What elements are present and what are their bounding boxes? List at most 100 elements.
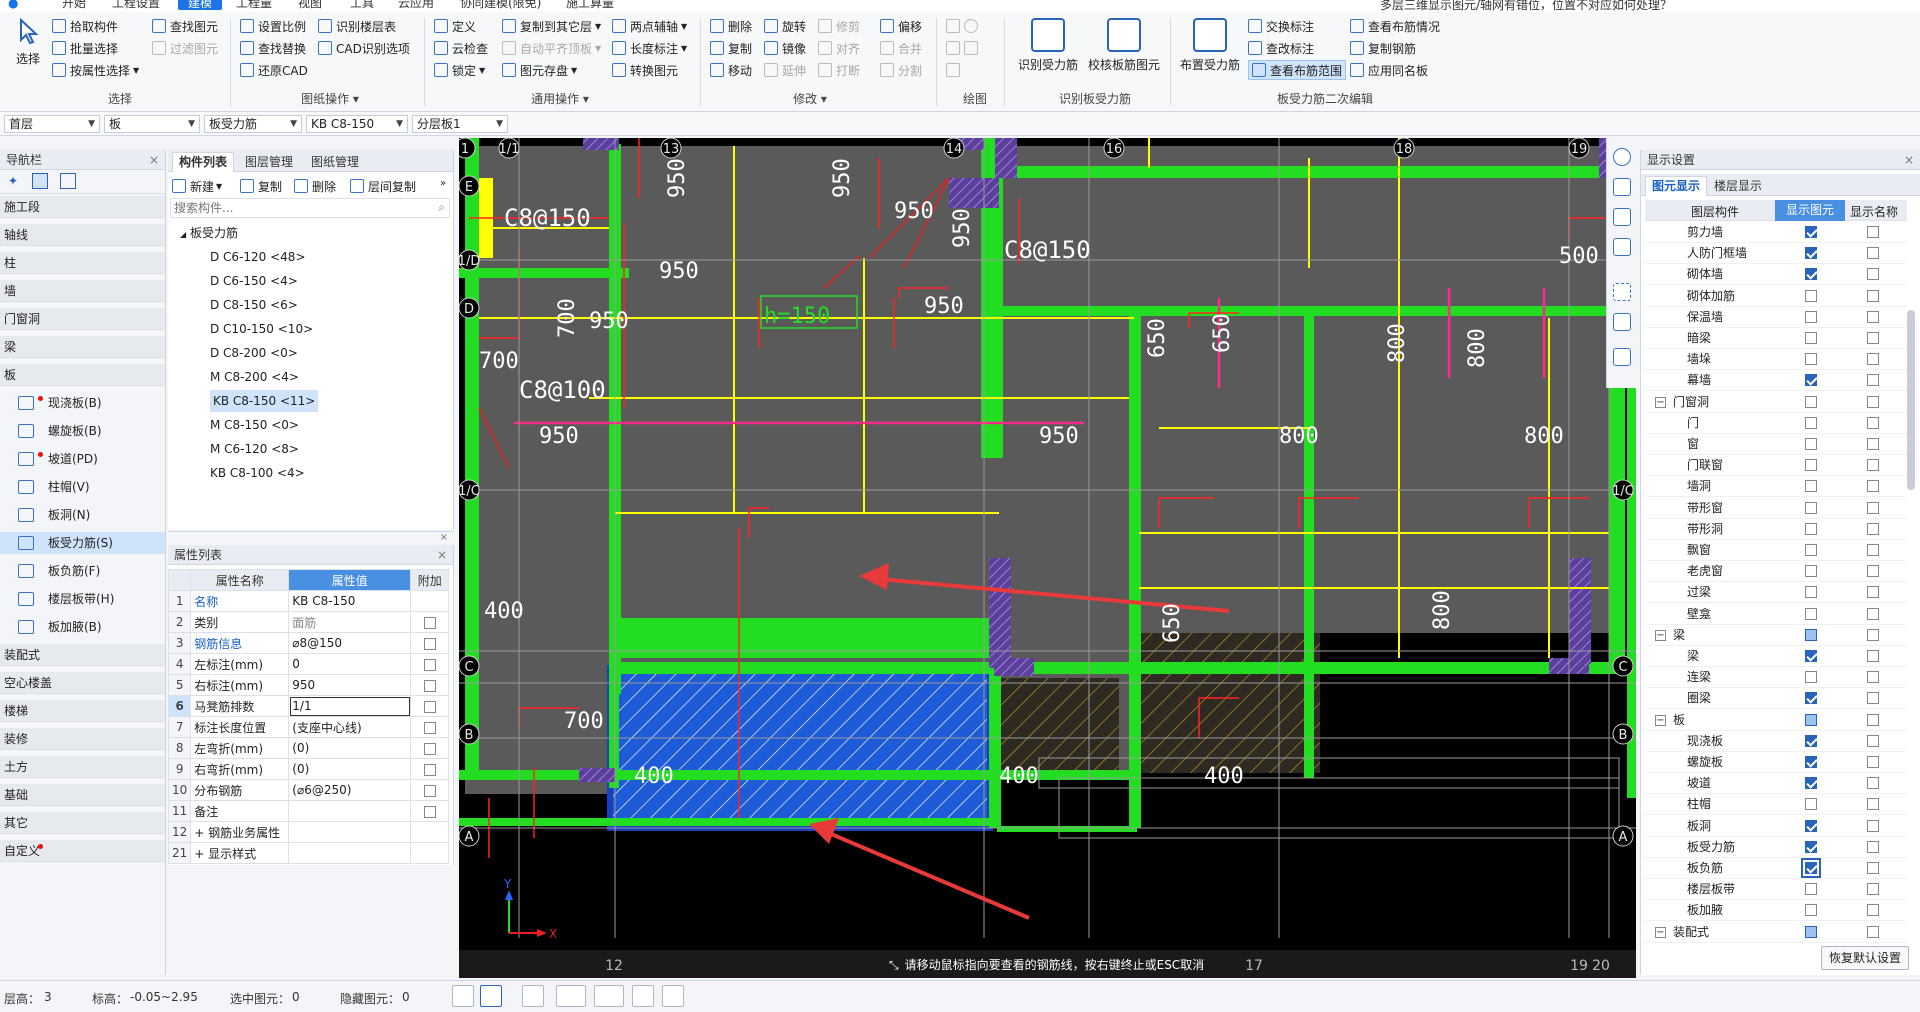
show-element-checkbox[interactable] (1805, 819, 1817, 832)
auto-align-top-button[interactable]: 自动平齐顶板 ▼ (502, 38, 601, 58)
show-name-checkbox[interactable] (1867, 777, 1879, 790)
menu-modeling[interactable]: 建模 (178, 0, 223, 10)
extra-checkbox[interactable] (423, 742, 436, 755)
help-hint-text[interactable]: 多层三维显示图元/轴网有错位，位置不对应如何处理？ (1380, 0, 1672, 12)
orbit-icon[interactable] (1613, 148, 1631, 166)
show-element-checkbox[interactable] (1805, 671, 1817, 684)
property-row[interactable]: 1 名称 KB C8-150 (167, 590, 450, 612)
collapse-icon[interactable]: − (1655, 629, 1666, 641)
show-element-checkbox[interactable] (1805, 840, 1817, 853)
check-slab-rebar-button[interactable]: 校核板筋图元 (1086, 18, 1162, 73)
show-name-checkbox[interactable] (1867, 904, 1879, 917)
show-element-checkbox[interactable] (1805, 904, 1817, 917)
batch-select-button[interactable]: 批量选择 (52, 38, 118, 58)
show-element-checkbox[interactable] (1805, 586, 1817, 599)
view-rebar-range-button[interactable]: 查看布筋范围 (1248, 60, 1347, 80)
property-row[interactable]: 3 钢筋信息 ⌀8@150 (167, 632, 450, 654)
component-item[interactable]: D C6-120 <48> (210, 246, 306, 268)
menu-construction[interactable]: 施工算量 (566, 0, 614, 10)
component-item[interactable]: KB C8-100 <4> (210, 462, 305, 484)
list-view-icon[interactable] (32, 173, 48, 189)
extra-checkbox[interactable] (423, 805, 436, 818)
extra-checkbox[interactable] (423, 679, 436, 692)
component-item[interactable]: M C6-120 <8> (210, 438, 299, 460)
collapse-icon[interactable]: − (1655, 926, 1666, 938)
ortho-icon[interactable] (452, 985, 474, 1007)
show-element-checkbox[interactable] (1805, 798, 1817, 811)
show-name-checkbox[interactable] (1867, 226, 1879, 238)
show-name-checkbox[interactable] (1867, 332, 1879, 344)
nav-item[interactable]: 墙 (0, 280, 165, 302)
show-name-checkbox[interactable] (1867, 862, 1879, 874)
show-element-checkbox[interactable] (1805, 416, 1817, 429)
show-element-checkbox[interactable] (1805, 332, 1817, 344)
nav-item[interactable]: 板受力筋(S) (0, 532, 165, 554)
pick-component-button[interactable]: 拾取构件 (52, 16, 118, 36)
property-value[interactable]: (0) (288, 737, 412, 759)
property-row[interactable]: 2 类别 面筋 (167, 611, 450, 633)
close-icon[interactable]: × (437, 545, 447, 565)
extend-button[interactable]: 延伸 (764, 60, 806, 80)
component-item[interactable]: D C6-150 <4> (210, 270, 298, 292)
merge-button[interactable]: 合并 (880, 38, 922, 58)
search-icon[interactable]: ⌕ (438, 200, 445, 215)
show-name-checkbox[interactable] (1867, 395, 1879, 408)
show-element-checkbox[interactable] (1805, 650, 1817, 662)
property-value[interactable] (288, 800, 412, 822)
recognize-floor-table-button[interactable]: 识别楼层表 (318, 16, 396, 36)
cube-top-icon[interactable] (1613, 238, 1631, 256)
property-row[interactable]: 21 + 显示样式 (167, 842, 450, 864)
show-element-checkbox[interactable] (1805, 883, 1817, 896)
menu-tools[interactable]: 工具 (350, 0, 374, 10)
collapse-icon[interactable]: − (1655, 714, 1666, 726)
two-point-axis-button[interactable]: 两点辅轴 ▼ (612, 16, 687, 36)
copy-component-button[interactable]: 复制 (240, 176, 282, 196)
close-icon[interactable]: × (1904, 150, 1914, 170)
scrollbar-thumb[interactable] (1907, 310, 1915, 490)
extra-checkbox[interactable] (423, 763, 436, 776)
nav-item[interactable]: 空心楼盖 (0, 672, 165, 694)
property-row[interactable]: 11 备注 (167, 800, 450, 822)
panel-splitter[interactable]: × (168, 531, 454, 545)
show-name-checkbox[interactable] (1867, 565, 1879, 578)
nav-item[interactable]: 其它 (0, 812, 165, 834)
show-element-checkbox[interactable] (1805, 522, 1817, 535)
show-name-checkbox[interactable] (1867, 289, 1879, 302)
component-select[interactable]: KB C8-150 ▼ (306, 115, 408, 133)
nav-item[interactable]: 柱 (0, 252, 165, 274)
nav-item[interactable]: 板 (0, 364, 165, 386)
nav-item[interactable]: 装配式 (0, 644, 165, 666)
show-element-checkbox[interactable] (1805, 459, 1817, 472)
extra-checkbox[interactable] (423, 616, 436, 629)
find-replace-button[interactable]: 查找替换 (240, 38, 306, 58)
show-element-checkbox[interactable] (1805, 628, 1817, 641)
sparkle-icon[interactable]: ✦ (8, 174, 18, 188)
cad-options-button[interactable]: CAD识别选项 (318, 38, 410, 58)
swap-label-button[interactable]: 交换标注 (1248, 16, 1314, 36)
show-name-checkbox[interactable] (1867, 840, 1879, 853)
show-name-checkbox[interactable] (1867, 544, 1879, 556)
nav-item[interactable]: 板洞(N) (0, 504, 165, 526)
nav-item[interactable]: 装修 (0, 728, 165, 750)
show-element-checkbox[interactable] (1805, 226, 1817, 238)
type-select[interactable]: 板 ▼ (104, 115, 200, 133)
show-element-checkbox[interactable] (1805, 310, 1817, 323)
menu-view[interactable]: 视图 (298, 0, 322, 10)
property-value[interactable]: 0 (288, 653, 412, 675)
define-button[interactable]: 定义 (434, 16, 476, 36)
show-element-checkbox[interactable] (1805, 756, 1817, 768)
draw-point-button[interactable] (946, 16, 982, 36)
view-rebar-status-button[interactable]: 查看布筋情况 (1350, 16, 1440, 36)
show-name-checkbox[interactable] (1867, 628, 1879, 641)
property-value[interactable]: KB C8-150 (288, 590, 412, 612)
tab-layer-mgmt[interactable]: 图层管理 (238, 152, 300, 172)
restore-cad-button[interactable]: 还原CAD (240, 60, 308, 80)
show-name-checkbox[interactable] (1867, 247, 1879, 260)
length-dimension-button[interactable]: 长度标注 ▼ (612, 38, 687, 58)
nav-item[interactable]: 楼层板带(H) (0, 588, 165, 610)
menu-start[interactable]: 开始 (62, 0, 86, 10)
apply-same-slab-button[interactable]: 应用同名板 (1350, 60, 1428, 80)
show-name-checkbox[interactable] (1867, 671, 1879, 684)
property-value[interactable]: ⌀8@150 (288, 632, 412, 654)
component-item[interactable]: M C8-150 <0> (210, 414, 299, 436)
